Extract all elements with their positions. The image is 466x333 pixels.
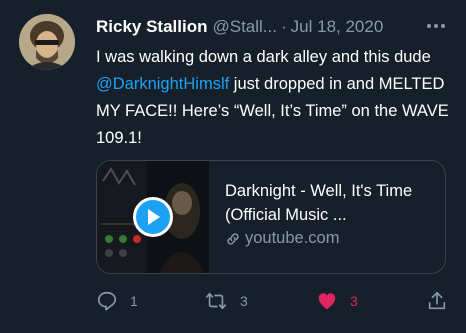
tweet[interactable]: Ricky Stallion @Stall... · Jul 18, 2020 … [0,0,466,333]
separator-dot: · [280,17,287,36]
mention-link[interactable]: @DarknightHimslf [96,75,229,93]
action-bar: 1 3 3 [96,288,456,314]
reply-icon [97,291,117,311]
play-button[interactable] [133,197,173,237]
tweet-text: I was walking down a dark alley and this… [96,44,451,152]
avatar[interactable] [19,14,75,70]
video-thumbnail[interactable] [97,161,209,273]
tweet-date[interactable]: Jul 18, 2020 [291,17,384,37]
play-icon [148,209,160,225]
more-icon [427,24,445,28]
retweet-icon [206,292,226,310]
card-title: Darknight - Well, It's Time (Official Mu… [225,182,413,224]
card-text: Darknight - Well, It's Time (Official Mu… [225,179,435,248]
reply-button[interactable]: 1 [96,288,138,314]
link-card[interactable]: Darknight - Well, It's Time (Official Mu… [96,160,446,274]
retweet-count: 3 [240,293,248,309]
more-options-button[interactable] [425,16,447,36]
card-domain: youtube.com [225,229,435,248]
reply-count: 1 [130,293,138,309]
like-count: 3 [350,293,358,309]
heart-icon [318,293,336,310]
tweet-text-part: I was walking down a dark alley and this… [96,48,431,66]
link-icon [227,232,239,245]
like-button[interactable]: 3 [316,288,358,314]
share-icon [428,291,446,310]
retweet-button[interactable]: 3 [204,288,248,314]
card-domain-text: youtube.com [245,229,340,247]
author-handle[interactable]: @Stall... [212,17,277,37]
share-button[interactable] [426,288,448,314]
author-name[interactable]: Ricky Stallion [96,17,207,37]
